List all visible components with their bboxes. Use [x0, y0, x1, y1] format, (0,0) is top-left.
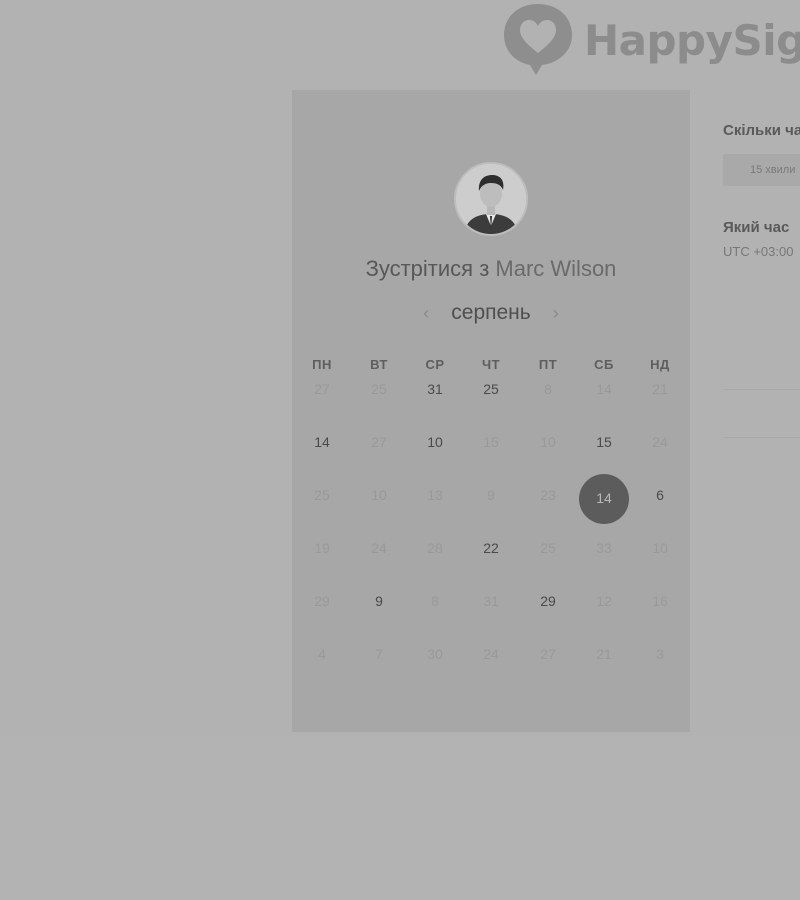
booking-page: HappySig Зустрітися з Marc Wilson ‹ серп…	[0, 0, 800, 900]
calendar-day-unavailable: 28	[427, 540, 443, 556]
heart-speech-bubble-icon	[504, 4, 572, 75]
calendar-days-grid: 27 25 31 25 8 14 21 14 27 10 15 10 15 24 25 10 13 9 23 14 6 1…	[292, 90, 690, 732]
booking-options-panel: Скільки ча 15 хвили Який час UTC +03:00	[723, 0, 800, 900]
calendar-day-unavailable: 23	[540, 487, 556, 503]
calendar-day-unavailable: 25	[540, 540, 556, 556]
calendar-day-unavailable: 27	[314, 381, 330, 397]
calendar-day-unavailable: 27	[371, 434, 387, 450]
page-footer-area	[0, 735, 800, 900]
calendar-day-unavailable: 14	[596, 381, 612, 397]
calendar-day-unavailable: 13	[427, 487, 443, 503]
calendar-day-available[interactable]: 22	[463, 533, 519, 563]
booking-calendar-card: Зустрітися з Marc Wilson ‹ серпень › ПН В…	[292, 90, 690, 732]
calendar-day-available[interactable]: 6	[632, 480, 688, 510]
calendar-day-available[interactable]: 14	[294, 427, 350, 457]
calendar-day-unavailable: 10	[371, 487, 387, 503]
calendar-day-available[interactable]: 9	[351, 586, 407, 616]
calendar-day-unavailable: 3	[656, 646, 664, 662]
timezone-select[interactable]: UTC +03:00	[723, 244, 793, 259]
duration-option-button[interactable]: 15 хвили	[723, 154, 800, 186]
calendar-day-unavailable: 8	[431, 593, 439, 609]
time-question: Який час	[723, 219, 790, 236]
calendar-day-unavailable: 24	[652, 434, 668, 450]
calendar-day-selected[interactable]: 14	[579, 474, 629, 524]
calendar-day-unavailable: 31	[483, 593, 499, 609]
calendar-day-unavailable: 21	[652, 381, 668, 397]
calendar-day-unavailable: 7	[375, 646, 383, 662]
calendar-day-unavailable: 16	[652, 593, 668, 609]
duration-question: Скільки ча	[723, 122, 800, 139]
calendar-day-available[interactable]: 15	[576, 427, 632, 457]
divider	[723, 437, 800, 438]
calendar-day-unavailable: 29	[314, 593, 330, 609]
calendar-day-unavailable: 4	[318, 646, 326, 662]
calendar-day-unavailable: 10	[652, 540, 668, 556]
calendar-day-unavailable: 24	[483, 646, 499, 662]
calendar-day-available[interactable]: 25	[463, 374, 519, 404]
calendar-day-unavailable: 12	[596, 593, 612, 609]
calendar-day-unavailable: 8	[544, 381, 552, 397]
calendar-day-unavailable: 33	[596, 540, 612, 556]
calendar-day-unavailable: 9	[487, 487, 495, 503]
calendar-day-unavailable: 21	[596, 646, 612, 662]
calendar-day-unavailable: 24	[371, 540, 387, 556]
calendar-day-available[interactable]: 29	[520, 586, 576, 616]
calendar-day-unavailable: 15	[483, 434, 499, 450]
calendar-day-available[interactable]: 10	[407, 427, 463, 457]
calendar-day-unavailable: 10	[540, 434, 556, 450]
calendar-day-unavailable: 19	[314, 540, 330, 556]
calendar-day-unavailable: 25	[371, 381, 387, 397]
divider	[723, 389, 800, 390]
calendar-day-unavailable: 30	[427, 646, 443, 662]
calendar-day-unavailable: 25	[314, 487, 330, 503]
calendar-day-available[interactable]: 31	[407, 374, 463, 404]
calendar-day-unavailable: 27	[540, 646, 556, 662]
